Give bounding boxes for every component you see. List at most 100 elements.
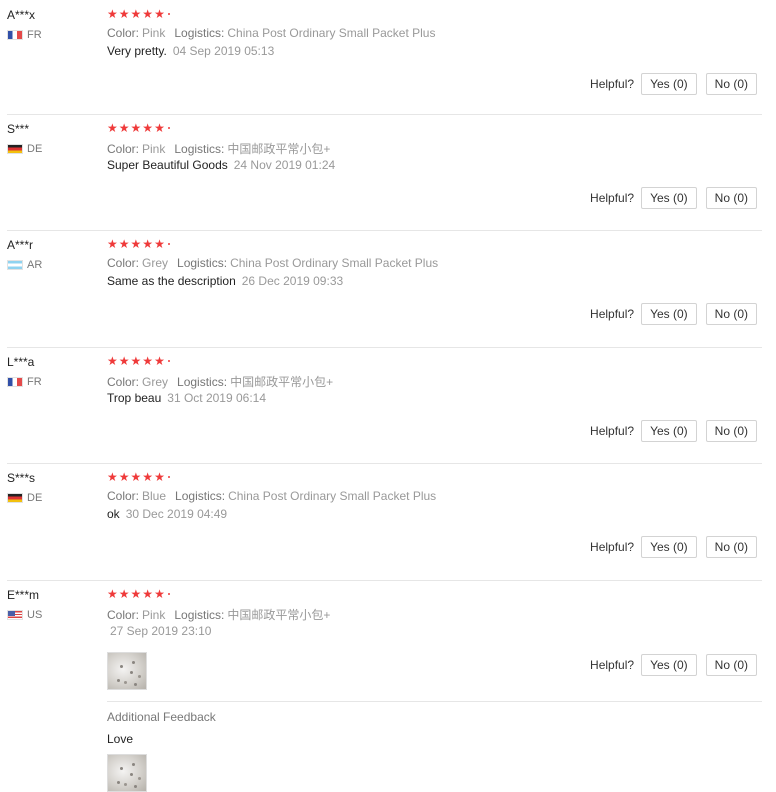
review-item: A***x FR ★ ★ ★ ★ ★ Color: Pink Logistics: China Po… (7, 0, 762, 115)
star-rating: ★ ★ ★ ★ ★ (107, 120, 170, 136)
reviewer-country: FR (7, 376, 42, 388)
color-key: Color: (107, 256, 140, 270)
review-text: Very pretty. (107, 44, 167, 58)
star-icon: ★ (130, 7, 142, 21)
color-value: Pink (142, 142, 166, 156)
color-value: Grey (142, 375, 169, 389)
star-icon: ★ (154, 121, 165, 135)
helpful-yes-button[interactable]: Yes (0) (641, 536, 697, 558)
star-rating: ★ ★ ★ ★ ★ (107, 353, 170, 369)
star-icon: ★ (107, 354, 118, 368)
review-date: 31 Oct 2019 06:14 (167, 391, 267, 405)
logistics-value: China Post Ordinary Small Packet Plus (227, 26, 436, 40)
review-attributes: Color: Grey Logistics: 中国邮政平常小包+ (107, 373, 342, 390)
helpful-yes-button[interactable]: Yes (0) (641, 303, 697, 325)
star-icon: ★ (154, 470, 165, 484)
reviewer-country: DE (7, 143, 42, 155)
star-icon: ★ (130, 354, 142, 368)
review-date: 24 Nov 2019 01:24 (233, 158, 336, 172)
helpful-yes-button[interactable]: Yes (0) (641, 654, 697, 676)
helpful-vote: Helpful? Yes (0) No (0) (590, 420, 757, 442)
logistics-key: Logistics: (174, 142, 225, 156)
flag-icon (7, 144, 23, 154)
star-dot (167, 593, 170, 595)
color-value: Grey (142, 256, 169, 270)
flag-icon (7, 493, 23, 503)
review-feedback: ok 30 Dec 2019 04:49 (107, 507, 227, 521)
star-icon: ★ (118, 7, 130, 21)
helpful-label: Helpful? (590, 424, 635, 438)
star-rating: ★ ★ ★ ★ ★ (107, 586, 170, 602)
star-icon: ★ (107, 121, 118, 135)
additional-photo-thumbnail[interactable] (107, 754, 147, 792)
reviewer-country: FR (7, 29, 42, 41)
helpful-label: Helpful? (590, 307, 635, 321)
star-rating: ★ ★ ★ ★ ★ (107, 6, 170, 22)
helpful-yes-button[interactable]: Yes (0) (641, 73, 697, 95)
star-icon: ★ (142, 121, 154, 135)
review-item: S*** DE ★ ★ ★ ★ ★ Color: Pink Logistics: 中国邮政平常小包+… (7, 114, 762, 231)
country-code: FR (27, 376, 42, 388)
logistics-value: China Post Ordinary Small Packet Plus (228, 489, 437, 503)
star-icon: ★ (118, 237, 130, 251)
star-icon: ★ (107, 7, 118, 21)
helpful-no-button[interactable]: No (0) (705, 303, 757, 325)
review-text: Super Beautiful Goods (107, 158, 228, 172)
logistics-key: Logistics: (174, 608, 225, 622)
reviewer-country: US (7, 609, 42, 621)
star-dot (167, 360, 170, 362)
country-code: AR (27, 259, 43, 271)
helpful-yes-button[interactable]: Yes (0) (641, 420, 697, 442)
review-photo-thumbnail[interactable] (107, 652, 147, 690)
color-key: Color: (107, 489, 140, 503)
review-feedback: Very pretty. 04 Sep 2019 05:13 (107, 44, 274, 58)
helpful-label: Helpful? (590, 540, 635, 554)
color-key: Color: (107, 26, 140, 40)
star-dot (167, 13, 170, 15)
review-date: 27 Sep 2019 23:10 (110, 624, 212, 638)
flag-icon (7, 377, 23, 387)
color-value: Pink (142, 26, 166, 40)
star-icon: ★ (142, 470, 154, 484)
helpful-yes-button[interactable]: Yes (0) (641, 187, 697, 209)
logistics-value: 中国邮政平常小包+ (230, 375, 334, 389)
review-attributes: Color: Blue Logistics: China Post Ordinary … (107, 489, 445, 503)
reviewer-name: L***a (7, 355, 35, 369)
review-date: 30 Dec 2019 04:49 (125, 507, 228, 521)
flag-icon (7, 610, 23, 620)
review-item: L***a FR ★ ★ ★ ★ ★ Color: Grey Logistics: 中国邮政平常小包… (7, 347, 762, 464)
divider (107, 701, 762, 702)
star-dot (167, 243, 170, 245)
helpful-no-button[interactable]: No (0) (705, 187, 757, 209)
helpful-label: Helpful? (590, 77, 635, 91)
color-value: Pink (142, 608, 166, 622)
helpful-no-button[interactable]: No (0) (705, 420, 757, 442)
logistics-key: Logistics: (174, 26, 225, 40)
star-icon: ★ (118, 587, 130, 601)
review-text: Trop beau (107, 391, 162, 405)
reviewer-country: DE (7, 492, 42, 504)
helpful-label: Helpful? (590, 191, 635, 205)
review-attributes: Color: Pink Logistics: 中国邮政平常小包+ (107, 140, 339, 157)
star-icon: ★ (142, 7, 154, 21)
logistics-value: 中国邮政平常小包+ (227, 608, 331, 622)
flag-icon (7, 30, 23, 40)
star-icon: ★ (154, 237, 165, 251)
star-icon: ★ (130, 237, 142, 251)
logistics-key: Logistics: (177, 256, 228, 270)
helpful-no-button[interactable]: No (0) (705, 536, 757, 558)
star-dot (167, 476, 170, 478)
helpful-vote: Helpful? Yes (0) No (0) (590, 303, 757, 325)
review-item: S***s DE ★ ★ ★ ★ ★ Color: Blue Logistics: China Po… (7, 463, 762, 581)
star-icon: ★ (130, 121, 142, 135)
star-icon: ★ (154, 7, 165, 21)
flag-icon (7, 260, 23, 270)
helpful-no-button[interactable]: No (0) (705, 654, 757, 676)
star-icon: ★ (142, 587, 154, 601)
star-icon: ★ (154, 354, 165, 368)
logistics-value: China Post Ordinary Small Packet Plus (230, 256, 439, 270)
helpful-vote: Helpful? Yes (0) No (0) (590, 654, 757, 676)
review-attributes: Color: Pink Logistics: 中国邮政平常小包+ (107, 606, 339, 623)
helpful-vote: Helpful? Yes (0) No (0) (590, 187, 757, 209)
helpful-no-button[interactable]: No (0) (705, 73, 757, 95)
